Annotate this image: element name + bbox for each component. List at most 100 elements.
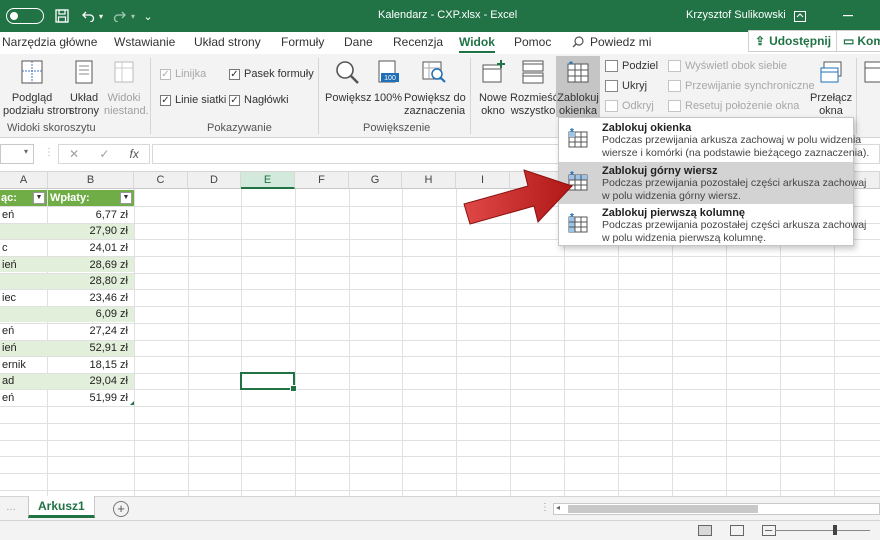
table-cell-b[interactable]: 6,09 zł (48, 306, 133, 322)
ruler-checkbox[interactable]: ✓ Linijka (160, 68, 206, 80)
new-window-button[interactable]: Nowe okno (476, 59, 510, 118)
table-cell-a[interactable]: ień (0, 340, 47, 356)
grid-line (0, 473, 880, 474)
column-header-f[interactable]: F (295, 172, 349, 189)
name-box-dropdown-icon[interactable]: ▾ (24, 147, 28, 156)
table-cell-b[interactable]: 23,46 zł (48, 290, 133, 306)
share-button[interactable]: ⇪ Udostępnij (748, 30, 839, 52)
column-header-e[interactable]: E (241, 172, 295, 189)
tab-formulas[interactable]: Formuły (281, 35, 324, 49)
normal-view-icon[interactable] (698, 525, 712, 536)
table-cell-a[interactable]: eń (0, 323, 47, 339)
split-button[interactable]: Podziel (605, 60, 658, 72)
menu-item-freeze-top-row[interactable]: * Zablokuj górny wiersz Podczas przewija… (559, 162, 866, 204)
table-cell-a[interactable]: iec (0, 290, 47, 306)
zoom-100-button[interactable]: 100 100% (372, 59, 404, 105)
insert-function-icon[interactable]: fx (130, 147, 139, 161)
add-sheet-icon[interactable]: + (113, 501, 129, 517)
freeze-panes-button[interactable]: * Zablokuj okienka ▾ (556, 56, 600, 125)
headings-checkbox[interactable]: ✓ Nagłówki (229, 94, 289, 106)
table-cell-a[interactable]: c (0, 240, 47, 256)
table-cell-a[interactable]: ernik (0, 357, 47, 373)
tab-insert[interactable]: Wstawianie (114, 35, 175, 49)
zoom-button[interactable]: Powiększ (325, 59, 371, 105)
sheet-scroll-left-icon[interactable]: … (6, 502, 16, 513)
column-header-c[interactable]: C (134, 172, 188, 189)
macros-button[interactable] (862, 59, 880, 92)
scroll-left-icon[interactable]: ◂ (556, 503, 560, 512)
arrange-all-button[interactable]: Rozmieść wszystko (510, 59, 558, 118)
filter-dropdown-icon[interactable]: ▼ (33, 192, 45, 204)
menu-item-freeze-first-column[interactable]: * Zablokuj pierwszą kolumnę Podczas prze… (559, 204, 866, 246)
table-cell-b[interactable]: 52,91 zł (48, 340, 133, 356)
page-break-preview-button[interactable]: Podgląd podziału stron (3, 59, 72, 118)
zoom-slider-thumb[interactable] (833, 525, 837, 535)
tab-review[interactable]: Recenzja (393, 35, 443, 49)
table-cell-a[interactable] (0, 223, 47, 239)
tab-page-layout[interactable]: Układ strony (194, 35, 261, 49)
horizontal-scrollbar[interactable]: ◂ (553, 503, 880, 515)
zoom-to-selection-button[interactable]: Powiększ do zaznaczenia (404, 59, 466, 118)
reset-window-button[interactable]: Resetuj położenie okna (668, 100, 799, 112)
zoom-slider-track[interactable] (775, 530, 870, 531)
table-cell-a[interactable]: eń (0, 390, 47, 406)
cancel-formula-icon[interactable]: ✕ (69, 147, 79, 161)
table-cell-a[interactable]: ad (0, 373, 47, 389)
tab-data[interactable]: Dane (344, 35, 373, 49)
column-header-h[interactable]: H (402, 172, 456, 189)
table-cell-b[interactable]: 18,15 zł (48, 357, 133, 373)
gridlines-checkbox[interactable]: ✓ Linie siatki (160, 94, 226, 106)
table-cell-a[interactable] (0, 306, 47, 322)
column-header-a[interactable]: A (0, 172, 48, 189)
page-layout-button[interactable]: Układ strony (64, 59, 104, 118)
sheet-tab-arkusz1[interactable]: Arkusz1 (28, 496, 95, 518)
unhide-button[interactable]: Odkryj (605, 100, 654, 112)
table-cell-b[interactable]: 51,99 zł (48, 390, 133, 406)
filter-dropdown-icon[interactable]: ▼ (120, 192, 132, 204)
table-cell-a[interactable]: eń (0, 207, 47, 223)
redo-dropdown-icon[interactable]: ▾ (128, 6, 138, 26)
table-cell-b[interactable]: 29,04 zł (48, 373, 133, 389)
comments-label: Kom (857, 34, 880, 48)
undo-dropdown-icon[interactable]: ▾ (96, 6, 106, 26)
table-cell-b[interactable]: 24,01 zł (48, 240, 133, 256)
tab-help[interactable]: Pomoc (514, 35, 551, 49)
name-box[interactable] (0, 144, 34, 164)
switch-windows-button[interactable]: Przełącz okna ▾ (810, 59, 852, 126)
column-header-g[interactable]: G (349, 172, 402, 189)
table-cell-b[interactable]: 28,80 zł (48, 273, 133, 289)
comments-button[interactable]: ▭ Kom (836, 30, 880, 52)
table-cell-b[interactable]: 27,24 zł (48, 323, 133, 339)
table-cell-b[interactable]: 6,77 zł (48, 207, 133, 223)
tab-home[interactable]: Narzędzia główne (2, 35, 97, 49)
hide-button[interactable]: Ukryj (605, 80, 647, 92)
table-cell-b[interactable]: 28,69 zł (48, 257, 133, 273)
column-header-b[interactable]: B (48, 172, 134, 189)
view-side-by-side-button[interactable]: Wyświetl obok siebie (668, 60, 787, 72)
save-icon[interactable] (52, 6, 72, 26)
undo-icon[interactable] (78, 6, 98, 26)
scrollbar-thumb[interactable] (568, 505, 758, 513)
minimize-icon[interactable] (840, 6, 856, 26)
enter-formula-icon[interactable]: ✓ (99, 147, 109, 161)
page-layout-view-icon[interactable] (730, 525, 744, 536)
tab-view[interactable]: Widok (459, 35, 495, 53)
column-header-d[interactable]: D (188, 172, 241, 189)
table-cell-b[interactable]: 27,90 zł (48, 223, 133, 239)
table-cell-a[interactable] (0, 273, 47, 289)
custom-views-button[interactable]: Widoki niestand. (104, 59, 149, 118)
table-resize-handle[interactable] (130, 401, 134, 405)
user-name[interactable]: Krzysztof Sulikowski (686, 9, 786, 21)
tab-split-grip-icon[interactable]: ⋮ (540, 502, 550, 513)
ribbon-display-icon[interactable] (792, 6, 808, 26)
autosave-toggle[interactable] (6, 8, 44, 24)
tell-me-search[interactable]: Powiedz mi (572, 35, 651, 49)
customize-toolbar-icon[interactable]: ⌄ (142, 6, 154, 26)
active-cell-selection[interactable] (240, 372, 297, 392)
redo-icon[interactable] (110, 6, 130, 26)
menu-item-freeze-panes[interactable]: * Zablokuj okienka Podczas przewijania a… (559, 119, 869, 161)
table-cell-a[interactable]: ień (0, 257, 47, 273)
zoom-out-icon[interactable]: – (765, 522, 772, 537)
formula-bar-checkbox[interactable]: ✓ Pasek formuły (229, 68, 314, 80)
sync-scroll-button[interactable]: Przewijanie synchroniczne (668, 80, 815, 92)
